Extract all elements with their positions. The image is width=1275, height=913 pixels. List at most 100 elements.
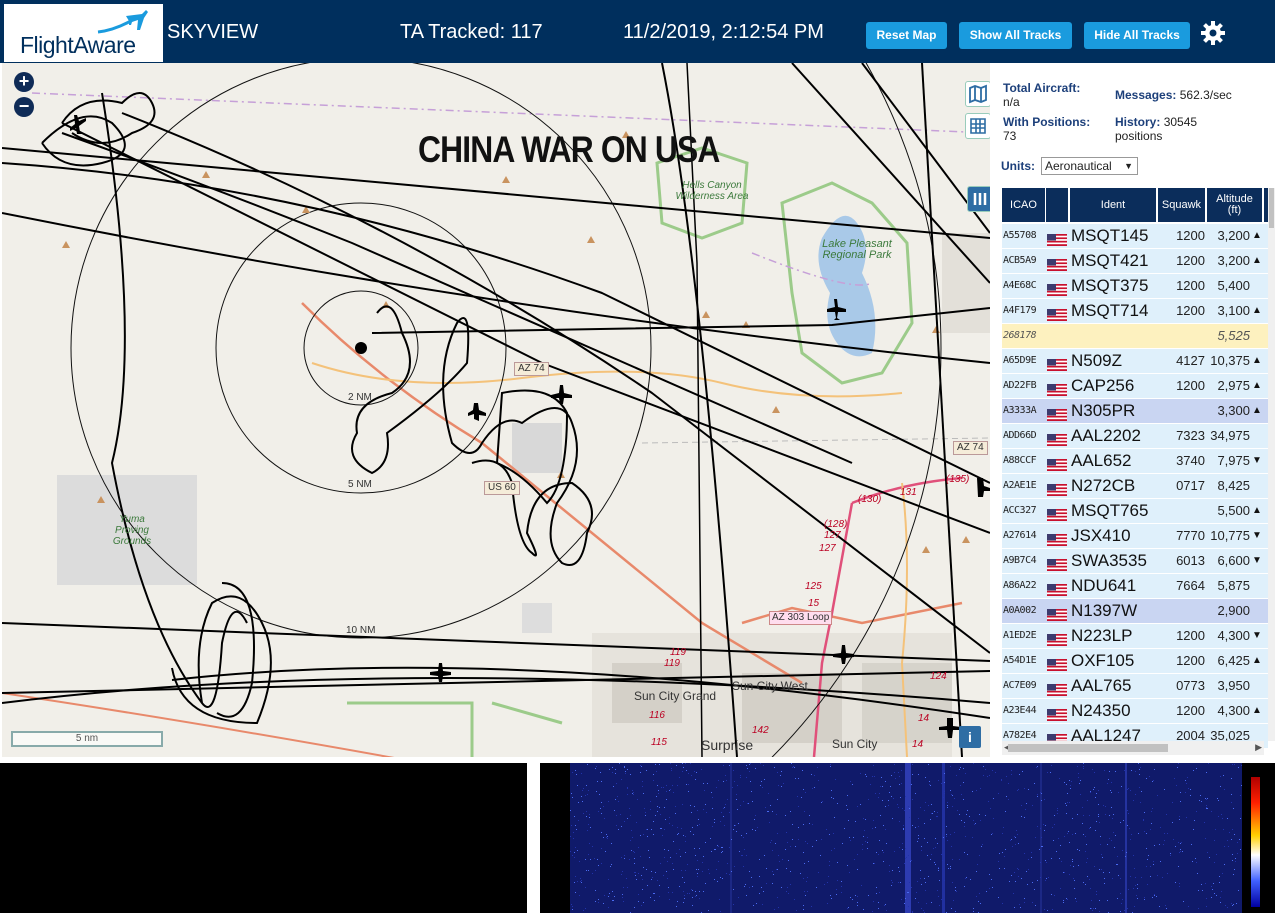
header-bar: FlightAware SKYVIEW TA Tracked: 117 11/2… [0, 0, 1275, 63]
spectrum-panel [540, 763, 1275, 913]
cell-squawk [1157, 499, 1205, 523]
col-ident[interactable]: Ident [1070, 188, 1156, 222]
label-yuma-proving: Yuma Proving Grounds [112, 514, 152, 547]
cell-icao: ADD66D [1003, 430, 1037, 441]
table-row[interactable]: ADD66D AAL2202 7323 34,975 [1002, 424, 1268, 448]
table-row[interactable]: A2AE1E N272CB 0717 8,425 [1002, 474, 1268, 498]
hide-all-tracks-button[interactable]: Hide All Tracks [1084, 22, 1190, 49]
receiver-location [355, 342, 367, 354]
grid-icon[interactable] [965, 113, 990, 139]
table-row[interactable]: A65D9E N509Z 4127 10,375 ▲ [1002, 349, 1268, 373]
cell-altitude: 5,875 [1217, 578, 1250, 593]
table-row[interactable]: AD22FB CAP256 1200 2,975 ▲ [1002, 374, 1268, 398]
audio-panel [0, 763, 527, 913]
table-row[interactable]: A3333A N305PR 3,300 ▲ [1002, 399, 1268, 423]
cell-ident: CAP256 [1071, 376, 1135, 395]
scroll-thumb[interactable] [1008, 744, 1168, 752]
exit-label: (130) [858, 494, 882, 505]
total-aircraft-label: Total Aircraft: [1003, 81, 1081, 95]
aircraft-sidebar: Total Aircraft: n/a With Positions: 73 M… [990, 63, 1275, 757]
gear-icon[interactable] [1200, 20, 1226, 46]
cell-altitude: 2,975 [1217, 378, 1250, 393]
total-aircraft-value: n/a [1003, 95, 1020, 109]
columns-icon[interactable] [967, 186, 990, 212]
units-value: Aeronautical [1045, 159, 1112, 173]
col-flag[interactable] [1046, 188, 1068, 222]
zoom-in-button[interactable]: + [14, 72, 34, 92]
cell-icao: A1ED2E [1003, 630, 1037, 641]
cell-icao: ACB5A9 [1003, 255, 1037, 266]
history-stat: History: 30545 positions [1115, 115, 1197, 143]
info-button[interactable]: i [959, 726, 981, 748]
cell-squawk: 4127 [1176, 353, 1205, 368]
col-squawk[interactable]: Squawk [1158, 188, 1205, 222]
us-flag-icon [1047, 555, 1067, 571]
us-flag-icon [1047, 455, 1067, 471]
total-aircraft-stat: Total Aircraft: n/a [1003, 81, 1080, 109]
with-positions-label: With Positions: [1003, 115, 1091, 129]
table-row[interactable]: ACB5A9 MSQT421 1200 3,200 ▲ [1002, 249, 1268, 273]
us-flag-icon [1047, 255, 1067, 271]
us-flag-icon [1047, 305, 1067, 321]
cell-icao: 268178 [1003, 330, 1037, 341]
table-vertical-scrollbar[interactable] [1268, 188, 1275, 741]
messages-stat: Messages: 562.3/sec [1115, 88, 1232, 102]
datetime: 11/2/2019, 2:12:54 PM [623, 21, 824, 43]
road-az74: AZ 74 [514, 362, 549, 376]
cell-ident: JSX410 [1071, 526, 1131, 545]
history-unit: positions [1115, 129, 1163, 143]
cell-squawk: 3740 [1176, 453, 1205, 468]
table-row[interactable]: AC7E09 AAL765 0773 3,950 [1002, 674, 1268, 698]
table-row[interactable]: A27614 JSX410 7770 10,775 ▼ [1002, 524, 1268, 548]
altitude-trend-icon: ▲ [1252, 305, 1262, 316]
cell-icao: ACC327 [1003, 505, 1037, 516]
waterfall-noise [570, 763, 1242, 913]
scroll-thumb[interactable] [1269, 188, 1274, 228]
flightaware-logo[interactable]: FlightAware [4, 4, 163, 62]
exit-label: 116 [649, 710, 665, 721]
table-row[interactable]: A0A002 N1397W 2,900 [1002, 599, 1268, 623]
cell-altitude: 3,950 [1217, 678, 1250, 693]
cell-icao: A0A002 [1003, 605, 1037, 616]
scroll-right-icon[interactable]: ▶ [1255, 742, 1262, 753]
reset-map-button[interactable]: Reset Map [866, 22, 947, 49]
us-flag-icon [1047, 530, 1067, 546]
us-flag-icon [1047, 505, 1067, 521]
col-altitude[interactable]: Altitude (ft) [1207, 188, 1262, 222]
col-icao[interactable]: ICAO [1002, 188, 1045, 222]
cell-squawk [1157, 324, 1205, 348]
messages-value: 562.3/sec [1179, 88, 1232, 102]
exit-label: 115 [651, 737, 667, 748]
altitude-trend-icon: ▲ [1252, 380, 1262, 391]
grid-icon-svg [970, 118, 986, 134]
columns-icon-svg [973, 193, 987, 205]
table-row[interactable]: A23E44 N24350 1200 4,300 ▲ [1002, 699, 1268, 723]
show-all-tracks-button[interactable]: Show All Tracks [959, 22, 1072, 49]
table-row[interactable]: A1ED2E N223LP 1200 4,300 ▼ [1002, 624, 1268, 648]
cell-ident: AAL765 [1071, 676, 1132, 695]
exit-label: (135) [946, 474, 970, 485]
exit-label: 124 [930, 671, 947, 682]
map-canvas[interactable]: CHINA WAR ON USA + − 2 NM 5 NM 10 NM Hel… [2, 63, 990, 757]
table-row[interactable]: A86A22 NDU641 7664 5,875 [1002, 574, 1268, 598]
table-row[interactable]: A55708 MSQT145 1200 3,200 ▲ [1002, 224, 1268, 248]
us-flag-icon [1047, 630, 1067, 646]
table-row[interactable]: A9B7C4 SWA3535 6013 6,600 ▼ [1002, 549, 1268, 573]
range-label-10nm: 10 NM [346, 625, 376, 636]
cell-altitude: 5,500 [1217, 503, 1250, 518]
altitude-trend-icon: ▲ [1252, 705, 1262, 716]
table-row[interactable]: A4E68C MSQT375 1200 5,400 [1002, 274, 1268, 298]
map-banner-text: CHINA WAR ON USA [418, 129, 720, 170]
table-row[interactable]: A88CCF AAL652 3740 7,975 ▼ [1002, 449, 1268, 473]
zoom-out-button[interactable]: − [14, 97, 34, 117]
table-row[interactable]: ACC327 MSQT765 5,500 ▲ [1002, 499, 1268, 523]
units-select[interactable]: Aeronautical ▼ [1041, 157, 1138, 175]
layers-map-icon[interactable] [965, 81, 990, 107]
table-horizontal-scrollbar[interactable]: ◀ ▶ [1002, 741, 1264, 755]
table-row[interactable]: A54D1E OXF105 1200 6,425 ▲ [1002, 649, 1268, 673]
table-row[interactable]: 268178 5,525 [1002, 324, 1268, 348]
cell-altitude: 3,100 [1217, 303, 1250, 318]
cell-squawk: 1200 [1176, 653, 1205, 668]
table-row[interactable]: A4F179 MSQT714 1200 3,100 ▲ [1002, 299, 1268, 323]
us-flag-icon [1047, 380, 1067, 396]
